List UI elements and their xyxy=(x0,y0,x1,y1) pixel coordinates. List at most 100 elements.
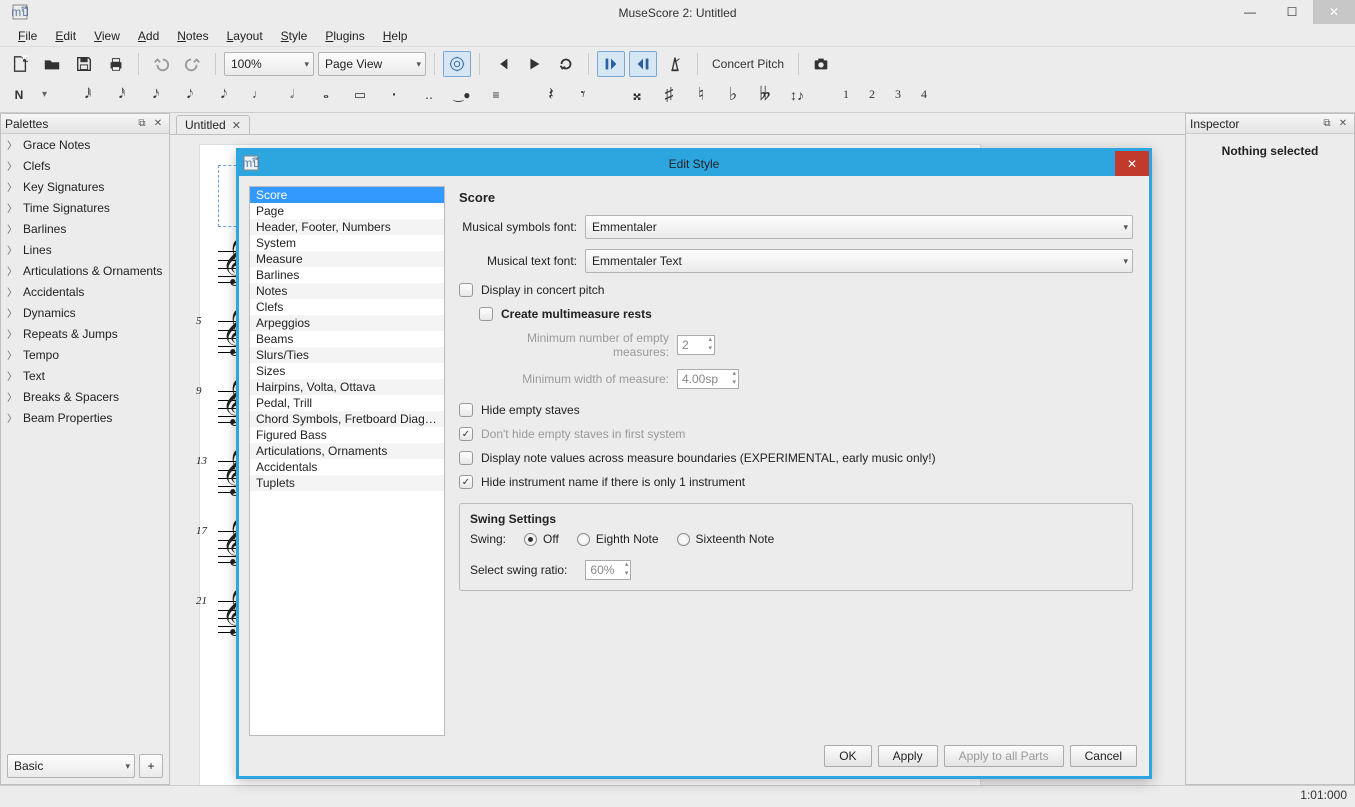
note-32nd-icon[interactable]: 𝅘𝅥𝅰 xyxy=(111,87,133,102)
category-item[interactable]: Accidentals xyxy=(250,459,444,475)
category-item[interactable]: Sizes xyxy=(250,363,444,379)
category-item[interactable]: Hairpins, Volta, Ottava xyxy=(250,379,444,395)
zoom-combo[interactable]: 100% xyxy=(224,52,314,76)
note-whole-icon[interactable]: 𝅝 xyxy=(315,87,337,103)
menu-style[interactable]: Style xyxy=(273,27,316,45)
close-button[interactable]: ✕ xyxy=(1313,0,1355,24)
menu-file[interactable]: File xyxy=(10,27,45,45)
category-item[interactable]: Score xyxy=(250,187,444,203)
sound-button[interactable] xyxy=(443,51,471,77)
palette-item[interactable]: 〉Lines xyxy=(1,239,169,260)
category-item[interactable]: Barlines xyxy=(250,267,444,283)
display-note-values-checkbox[interactable] xyxy=(459,451,473,465)
document-tab[interactable]: Untitled ✕ xyxy=(176,115,250,134)
print-button[interactable] xyxy=(102,51,130,77)
redo-button[interactable] xyxy=(179,51,207,77)
category-item[interactable]: Articulations, Ornaments xyxy=(250,443,444,459)
undo-button[interactable] xyxy=(147,51,175,77)
dont-hide-first-checkbox[interactable] xyxy=(459,427,473,441)
note-64th-icon[interactable]: 𝅘𝅥𝅱 xyxy=(77,87,99,102)
screenshot-button[interactable] xyxy=(807,51,835,77)
rest-icon[interactable]: ≡ xyxy=(485,88,507,102)
palette-item[interactable]: 〉Repeats & Jumps xyxy=(1,323,169,344)
menu-plugins[interactable]: Plugins xyxy=(317,27,372,45)
tie-icon[interactable]: ‿● xyxy=(451,88,473,102)
loop-in-button[interactable] xyxy=(597,51,625,77)
concert-pitch-checkbox[interactable] xyxy=(459,283,473,297)
palette-preset-combo[interactable]: Basic xyxy=(7,754,135,778)
note-quarter-icon[interactable]: ♩ xyxy=(247,87,269,102)
hide-empty-checkbox[interactable] xyxy=(459,403,473,417)
palette-item[interactable]: 〉Time Signatures xyxy=(1,197,169,218)
double-sharp-icon[interactable]: 𝄪 xyxy=(627,84,647,105)
rewind-button[interactable] xyxy=(488,51,516,77)
voice-4-button[interactable]: 4 xyxy=(917,87,931,102)
slur-icon[interactable]: 𝄽 xyxy=(541,84,561,105)
note-breve-icon[interactable]: ▭ xyxy=(349,87,371,103)
palette-item[interactable]: 〉Barlines xyxy=(1,218,169,239)
symbols-font-combo[interactable]: Emmentaler xyxy=(585,215,1133,239)
ok-button[interactable]: OK xyxy=(824,745,871,767)
marcato-icon[interactable]: 𝄾 xyxy=(573,84,593,105)
category-item[interactable]: System xyxy=(250,235,444,251)
category-item[interactable]: Tuplets xyxy=(250,475,444,491)
undock-icon[interactable]: ⧉ xyxy=(135,117,149,131)
hide-instr-checkbox[interactable] xyxy=(459,475,473,489)
double-dot-icon[interactable]: ‥ xyxy=(417,88,439,102)
menu-add[interactable]: Add xyxy=(130,27,167,45)
palette-item[interactable]: 〉Clefs xyxy=(1,155,169,176)
category-item[interactable]: Figured Bass xyxy=(250,427,444,443)
concert-pitch-button[interactable]: Concert Pitch xyxy=(706,51,790,77)
category-item[interactable]: Slurs/Ties xyxy=(250,347,444,363)
menu-view[interactable]: View xyxy=(86,27,128,45)
text-font-combo[interactable]: Emmentaler Text xyxy=(585,249,1133,273)
category-item[interactable]: Measure xyxy=(250,251,444,267)
save-button[interactable] xyxy=(70,51,98,77)
category-item[interactable]: Beams xyxy=(250,331,444,347)
flat-icon[interactable]: ♭ xyxy=(723,84,743,105)
apply-button[interactable]: Apply xyxy=(878,745,938,767)
flip-icon[interactable]: ↕♪ xyxy=(787,87,807,103)
sharp-icon[interactable]: ♯ xyxy=(659,84,679,105)
palette-item[interactable]: 〉Tempo xyxy=(1,344,169,365)
menu-help[interactable]: Help xyxy=(375,27,416,45)
swing-ratio-spin[interactable]: 60% xyxy=(585,560,631,580)
category-item[interactable]: Arpeggios xyxy=(250,315,444,331)
dialog-close-button[interactable]: ✕ xyxy=(1115,151,1149,176)
voice-1-button[interactable]: 1 xyxy=(839,87,853,102)
multimeasure-checkbox[interactable] xyxy=(479,307,493,321)
voice-2-button[interactable]: 2 xyxy=(865,87,879,102)
minimize-button[interactable]: — xyxy=(1229,0,1271,24)
category-item[interactable]: Clefs xyxy=(250,299,444,315)
min-width-spin[interactable]: 4.00sp xyxy=(677,369,739,389)
voice-3-button[interactable]: 3 xyxy=(891,87,905,102)
tab-close-icon[interactable]: ✕ xyxy=(232,119,241,132)
menu-edit[interactable]: Edit xyxy=(47,27,84,45)
note-half-icon[interactable]: 𝅗𝅥 xyxy=(281,87,303,102)
menu-layout[interactable]: Layout xyxy=(219,27,271,45)
dialog-titlebar[interactable]: mปี Edit Style ✕ xyxy=(239,151,1149,176)
palette-item[interactable]: 〉Key Signatures xyxy=(1,176,169,197)
maximize-button[interactable]: ☐ xyxy=(1271,0,1313,24)
loop-out-button[interactable] xyxy=(629,51,657,77)
dot-icon[interactable]: · xyxy=(383,83,405,106)
category-item[interactable]: Header, Footer, Numbers xyxy=(250,219,444,235)
palette-item[interactable]: 〉Text xyxy=(1,365,169,386)
natural-icon[interactable]: ♮ xyxy=(691,84,711,105)
category-item[interactable]: Pedal, Trill xyxy=(250,395,444,411)
palette-item[interactable]: 〉Grace Notes xyxy=(1,134,169,155)
palette-add-button[interactable]: + xyxy=(139,754,163,778)
min-empty-spin[interactable]: 2 xyxy=(677,335,715,355)
palette-item[interactable]: 〉Dynamics xyxy=(1,302,169,323)
double-flat-icon[interactable]: 𝄫 xyxy=(755,84,775,105)
palette-item[interactable]: 〉Accidentals xyxy=(1,281,169,302)
new-score-button[interactable]: ★ xyxy=(6,51,34,77)
swing-sixteenth-radio[interactable] xyxy=(677,533,690,546)
note-8th2-icon[interactable]: 𝅘𝅥𝅮 xyxy=(213,87,235,102)
note-16th-icon[interactable]: 𝅘𝅥𝅯 xyxy=(145,87,167,102)
category-item[interactable]: Notes xyxy=(250,283,444,299)
loop-button[interactable] xyxy=(552,51,580,77)
palette-item[interactable]: 〉Articulations & Ornaments xyxy=(1,260,169,281)
palette-item[interactable]: 〉Beam Properties xyxy=(1,407,169,428)
play-button[interactable] xyxy=(520,51,548,77)
